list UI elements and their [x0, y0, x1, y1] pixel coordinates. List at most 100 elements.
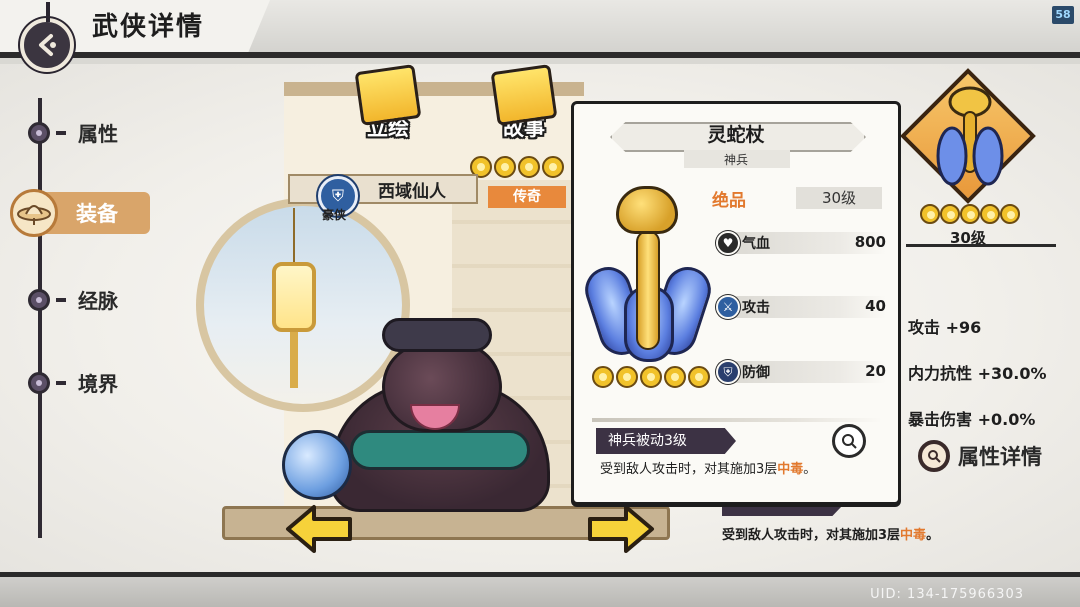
stat-name: 气血	[742, 236, 770, 252]
bonus-value: +30.0%	[977, 364, 1047, 383]
magnifier-icon	[842, 434, 857, 449]
magnifier-icon	[918, 440, 950, 472]
desc-text: 受到敌人攻击时，对其施加3层	[722, 528, 901, 543]
star-icon	[980, 204, 1000, 224]
snake-head	[616, 186, 678, 234]
passive-info-button[interactable]	[832, 424, 866, 458]
weapon-detail-panel: 灵蛇杖 神兵 绝品 30级 ♥ 气血 800 ⚔ 攻击 40 ⛨ 防御 20 神…	[571, 101, 901, 505]
shield-icon: ⛨	[716, 360, 740, 384]
desc-text: 。	[803, 462, 817, 477]
stat-hp: ♥ 气血 800	[716, 230, 886, 256]
nav-dot-icon	[28, 371, 50, 394]
divider	[592, 418, 882, 422]
star-icon	[592, 366, 614, 388]
next-hero-button[interactable]	[586, 503, 656, 555]
attribute-details-button[interactable]: 属性详情	[918, 440, 1042, 472]
weapon-star-rating	[920, 204, 1020, 224]
equipped-weapon-slot[interactable]	[900, 68, 1040, 208]
bonus-crit-damage: 暴击伤害 +0.0%	[908, 406, 1035, 430]
bonus-value: +96	[945, 318, 982, 337]
nav-tick	[56, 130, 66, 135]
hero-star-rating	[470, 156, 564, 178]
bonus-internal-resist: 内力抗性 +30.0%	[908, 360, 1047, 384]
desc-highlight: 中毒	[777, 462, 804, 477]
star-icon	[960, 204, 980, 224]
back-button[interactable]	[20, 2, 74, 72]
bonus-value: +0.0%	[977, 410, 1036, 429]
hero-name-plate: 西域仙人	[288, 174, 478, 204]
story-book-icon	[490, 64, 558, 126]
star-icon	[616, 366, 638, 388]
passive-title: 神兵被动3级	[596, 428, 736, 454]
passive-description-background: 受到敌人攻击时，对其施加3层中毒。	[722, 524, 939, 543]
hero-orb	[282, 430, 352, 500]
tab-portrait[interactable]: 立绘	[348, 64, 428, 142]
passive-description: 受到敌人攻击时，对其施加3层中毒。	[600, 458, 816, 477]
nav-tick	[56, 297, 66, 302]
weapon-quality: 绝品	[712, 191, 746, 211]
nav-item-realm[interactable]: 境界	[28, 368, 118, 397]
sword-icon: ⚔	[716, 295, 740, 319]
nav-item-equipment[interactable]: 装备	[10, 189, 150, 237]
star-icon	[688, 366, 710, 388]
fps-counter: 58	[1052, 6, 1074, 24]
nav-dot-icon	[28, 121, 50, 144]
star-icon	[494, 156, 516, 178]
weapon-name: 灵蛇杖	[707, 124, 765, 146]
stat-name: 防御	[742, 365, 770, 381]
hero-scarf	[350, 430, 530, 470]
stat-attack: ⚔ 攻击 40	[716, 294, 886, 320]
lantern-string	[293, 208, 295, 262]
nav-label: 属性	[78, 122, 118, 146]
hero-portrait[interactable]	[282, 312, 590, 522]
weapon-category: 神兵	[723, 153, 748, 167]
back-arrow-icon	[39, 34, 56, 56]
page-title: 武侠详情	[92, 12, 205, 42]
stat-value: 800	[854, 233, 886, 251]
nav-tick	[56, 380, 66, 385]
star-icon	[920, 204, 940, 224]
bonus-label: 内力抗性	[908, 364, 973, 383]
snake-staff-icon	[579, 186, 717, 366]
weapon-level: 30级	[796, 187, 882, 209]
snake-staff-icon	[936, 86, 1004, 196]
stat-defense: ⛨ 防御 20	[716, 359, 886, 385]
star-icon	[518, 156, 540, 178]
nav-item-attributes[interactable]: 属性	[28, 118, 118, 147]
divider	[906, 244, 1056, 247]
stat-name: 攻击	[742, 300, 770, 316]
heart-icon: ♥	[716, 231, 740, 255]
bonus-label: 攻击	[908, 318, 941, 337]
user-id: UID: 134-175966303	[870, 587, 1024, 602]
nav-item-meridians[interactable]: 经脉	[28, 285, 118, 314]
desc-highlight: 中毒	[900, 528, 927, 543]
star-icon	[1000, 204, 1020, 224]
star-icon	[940, 204, 960, 224]
hero-hat	[382, 318, 492, 352]
hero-name: 西域仙人	[378, 181, 446, 202]
sect-label: 豪侠	[322, 208, 347, 222]
nav-label: 装备	[76, 202, 118, 226]
star-icon	[640, 366, 662, 388]
rarity-badge: 传奇	[488, 186, 566, 208]
nav-dot-icon	[28, 288, 50, 311]
star-icon	[664, 366, 686, 388]
stat-value: 20	[865, 362, 886, 380]
desc-text: 。	[926, 528, 940, 543]
weapon-star-rating	[592, 366, 710, 388]
portrait-scroll-icon	[354, 64, 422, 126]
arrow-left-icon	[286, 505, 352, 553]
desc-text: 受到敌人攻击时，对其施加3层	[600, 462, 778, 477]
arrow-right-icon	[588, 505, 654, 553]
tab-story[interactable]: 故事	[484, 64, 564, 142]
nav-label: 经脉	[78, 289, 118, 313]
nav-track	[38, 98, 42, 538]
staff-shaft	[636, 230, 660, 350]
prev-hero-button[interactable]	[284, 503, 354, 555]
nav-label: 境界	[78, 372, 118, 396]
bonus-label: 暴击伤害	[908, 410, 973, 429]
stat-value: 40	[865, 297, 886, 315]
detail-label: 属性详情	[958, 445, 1042, 469]
star-icon	[542, 156, 564, 178]
hat-emblem-icon	[10, 189, 58, 237]
